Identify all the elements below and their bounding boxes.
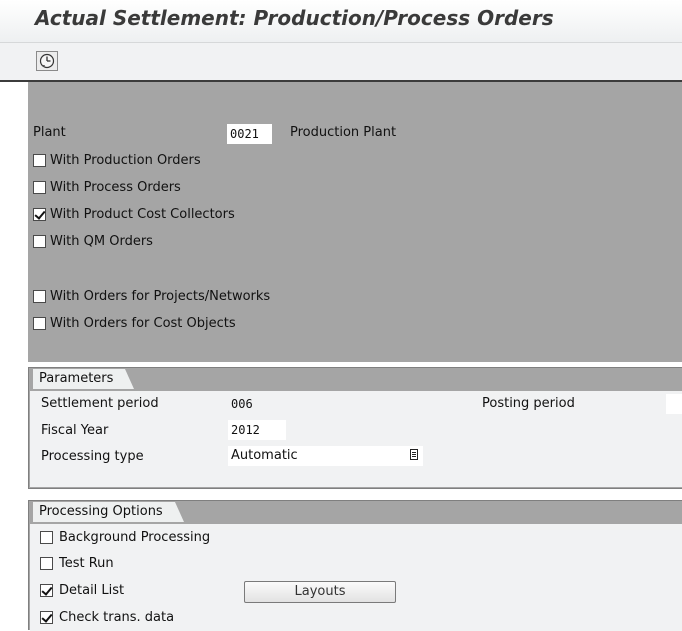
cost-objects-label: With Orders for Cost Objects	[50, 316, 236, 331]
check-trans-data-label: Check trans. data	[59, 610, 175, 625]
option-test-run[interactable]: Test Run	[30, 553, 190, 575]
option-detail-list[interactable]: Detail List	[30, 580, 190, 602]
option-check-trans-data[interactable]: Check trans. data	[30, 607, 230, 629]
application-toolbar	[0, 43, 682, 82]
process-orders-checkbox[interactable]	[33, 181, 46, 194]
detail-list-label: Detail List	[59, 583, 125, 598]
execute-clock-icon	[39, 53, 55, 69]
processing-options-tab: Processing Options	[33, 502, 184, 522]
check-trans-data-checkbox[interactable]	[40, 611, 53, 624]
background-processing-checkbox[interactable]	[40, 531, 53, 544]
processing-type-select[interactable]: Automatic	[228, 446, 423, 466]
production-orders-checkbox[interactable]	[33, 154, 46, 167]
detail-list-checkbox[interactable]	[40, 584, 53, 597]
product-cost-collectors-label: With Product Cost Collectors	[50, 207, 235, 222]
test-run-label: Test Run	[59, 556, 114, 571]
posting-period-input[interactable]	[666, 394, 682, 414]
plant-input[interactable]: 0021	[227, 124, 272, 144]
fiscal-year-label: Fiscal Year	[41, 423, 109, 438]
processing-type-value: Automatic	[231, 448, 298, 463]
option-projects-networks[interactable]: With Orders for Projects/Networks	[28, 286, 348, 308]
test-run-checkbox[interactable]	[40, 557, 53, 570]
option-production-orders[interactable]: With Production Orders	[28, 150, 328, 172]
parameters-body: Settlement period 006 Posting period Fis…	[30, 391, 682, 487]
settlement-period-label: Settlement period	[41, 396, 159, 411]
option-background-processing[interactable]: Background Processing	[30, 527, 270, 549]
option-process-orders[interactable]: With Process Orders	[28, 177, 328, 199]
production-orders-label: With Production Orders	[50, 153, 201, 168]
product-cost-collectors-checkbox[interactable]	[33, 208, 46, 221]
fiscal-year-input[interactable]: 2012	[228, 420, 286, 440]
plant-label: Plant	[33, 125, 66, 140]
projects-networks-label: With Orders for Projects/Networks	[50, 289, 271, 304]
background-processing-label: Background Processing	[59, 530, 211, 545]
option-cost-objects[interactable]: With Orders for Cost Objects	[28, 313, 348, 335]
execute-button[interactable]	[36, 51, 58, 71]
processing-options-body: Background Processing Test Run Detail Li…	[30, 524, 682, 631]
posting-period-label: Posting period	[482, 396, 575, 411]
option-product-cost-collectors[interactable]: With Product Cost Collectors	[28, 204, 328, 226]
processing-type-label: Processing type	[41, 449, 144, 464]
window-title: Actual Settlement: Production/Process Or…	[35, 6, 554, 30]
process-orders-label: With Process Orders	[50, 180, 181, 195]
qm-orders-checkbox[interactable]	[33, 235, 46, 248]
title-bar: Actual Settlement: Production/Process Or…	[0, 0, 682, 43]
dropdown-list-icon[interactable]	[410, 449, 418, 460]
option-qm-orders[interactable]: With QM Orders	[28, 231, 328, 253]
projects-networks-checkbox[interactable]	[33, 290, 46, 303]
selection-area: Plant 0021 Production Plant With Product…	[28, 82, 682, 362]
processing-options-group: Processing Options Background Processing…	[28, 500, 682, 631]
settlement-period-input[interactable]: 006	[228, 394, 268, 414]
parameters-group: Parameters Settlement period 006 Posting…	[28, 367, 682, 489]
parameters-tab: Parameters	[33, 369, 135, 389]
cost-objects-checkbox[interactable]	[33, 317, 46, 330]
plant-description: Production Plant	[290, 125, 397, 140]
layouts-button[interactable]: Layouts	[244, 581, 396, 603]
qm-orders-label: With QM Orders	[50, 234, 153, 249]
